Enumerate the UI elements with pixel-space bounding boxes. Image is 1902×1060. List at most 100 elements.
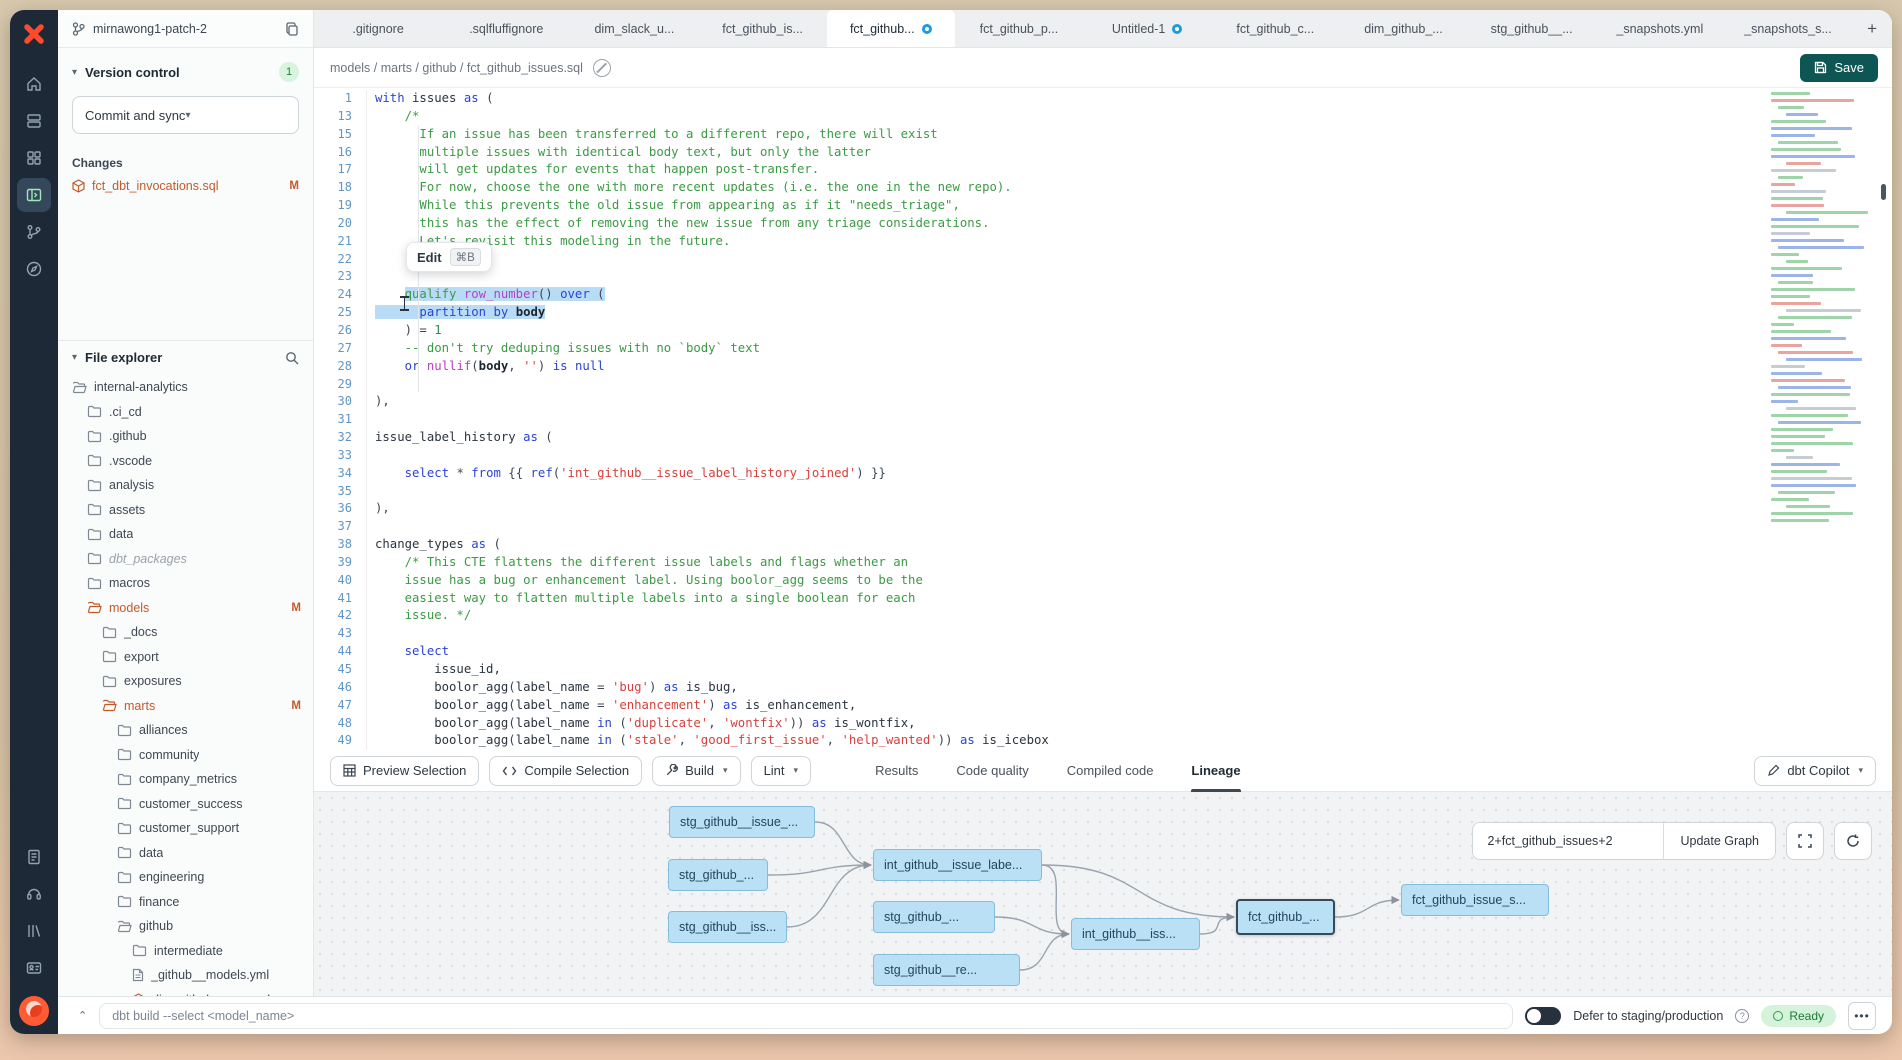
code-text[interactable]: partition by body [366, 304, 545, 322]
refresh-button[interactable] [1834, 822, 1872, 860]
home-icon[interactable] [17, 67, 51, 101]
editor-tab[interactable]: _snapshots_s... [1724, 10, 1852, 47]
editor-tab[interactable]: _snapshots.yml [1596, 10, 1724, 47]
code-text[interactable]: boolor_agg(label_name in ('stale', 'good… [366, 732, 1049, 750]
branch-name[interactable]: mirnawong1-patch-2 [93, 22, 277, 36]
file-tree-item[interactable]: community [58, 743, 313, 768]
chevron-down-icon[interactable]: ▾ [72, 67, 77, 78]
grid-icon[interactable] [17, 141, 51, 175]
file-tree-item[interactable]: finance [58, 890, 313, 915]
books-icon[interactable] [17, 914, 51, 948]
editor-scrollbar-thumb[interactable] [1881, 184, 1886, 200]
code-text[interactable]: ), [366, 500, 390, 518]
file-tree-item[interactable]: github [58, 914, 313, 939]
file-tree-item[interactable]: macros [58, 571, 313, 596]
code-text[interactable]: will get updates for events that happen … [366, 161, 819, 179]
code-text[interactable] [366, 376, 375, 394]
code-text[interactable]: issue. */ [366, 607, 471, 625]
file-tree-item[interactable]: .vscode [58, 449, 313, 474]
file-tree-item[interactable]: martsM [58, 694, 313, 719]
compile-selection-button[interactable]: Compile Selection [489, 756, 642, 786]
fullscreen-button[interactable] [1786, 822, 1824, 860]
chevron-up-icon[interactable]: ⌃ [78, 1009, 87, 1022]
code-text[interactable] [366, 483, 375, 501]
commit-and-sync-dropdown[interactable]: Commit and sync ▾ [72, 96, 299, 134]
editor-tab[interactable]: fct_github_c... [1211, 10, 1339, 47]
code-text[interactable] [366, 268, 375, 286]
tab-results[interactable]: Results [875, 750, 918, 792]
new-tab-button[interactable]: + [1852, 10, 1892, 47]
tab-compiled-code[interactable]: Compiled code [1067, 750, 1154, 792]
code-editor[interactable]: 1with issues as (13 /*15 If an issue has… [314, 88, 1892, 750]
code-text[interactable] [366, 411, 375, 429]
code-text[interactable]: change_types as ( [366, 536, 501, 554]
file-tree-item[interactable]: _github__models.yml [58, 963, 313, 988]
code-text[interactable]: select [366, 643, 449, 661]
code-text[interactable]: ), [366, 393, 390, 411]
lineage-node[interactable]: stg_github__re... [873, 954, 1020, 986]
editor-tab[interactable]: Untitled-1 [1083, 10, 1211, 47]
lineage-node[interactable]: fct_github_issue_s... [1401, 884, 1549, 916]
code-text[interactable]: If an issue has been transferred to a di… [366, 126, 938, 144]
file-tree-item[interactable]: engineering [58, 865, 313, 890]
slash-circle-icon[interactable] [593, 59, 611, 77]
file-tree-item[interactable]: dbt_packages [58, 547, 313, 572]
code-text[interactable]: ) = 1 [366, 322, 442, 340]
lint-button[interactable]: Lint ▾ [751, 756, 812, 786]
editor-tab[interactable]: .sqlfluffignore [442, 10, 570, 47]
code-text[interactable]: While this prevents the old issue from a… [366, 197, 960, 215]
code-text[interactable]: boolor_agg(label_name = 'bug') as is_bug… [366, 679, 738, 697]
file-tree-item[interactable]: export [58, 645, 313, 670]
editor-tab[interactable]: fct_github... [827, 10, 955, 47]
version-control-title[interactable]: Version control [85, 65, 271, 80]
search-icon[interactable] [285, 351, 299, 365]
file-tree-item[interactable]: dim_github_users.sql [58, 988, 313, 997]
idcard-icon[interactable] [17, 951, 51, 985]
code-text[interactable]: /* [366, 108, 419, 126]
file-tree-item[interactable]: modelsM [58, 596, 313, 621]
command-input[interactable] [99, 1003, 1513, 1029]
file-tree-item[interactable]: analysis [58, 473, 313, 498]
file-tree-item[interactable]: assets [58, 498, 313, 523]
code-text[interactable]: issue has a bug or enhancement label. Us… [366, 572, 923, 590]
code-text[interactable]: select * from {{ ref('int_github__issue_… [366, 465, 886, 483]
stack-icon[interactable] [17, 104, 51, 138]
editor-tab[interactable]: fct_github_p... [955, 10, 1083, 47]
code-text[interactable]: /* This CTE flattens the different issue… [366, 554, 908, 572]
code-text[interactable] [366, 447, 375, 465]
file-tree-item[interactable]: data [58, 841, 313, 866]
defer-toggle[interactable] [1525, 1007, 1561, 1025]
code-text[interactable]: with issues as ( [366, 90, 493, 108]
editor-tab[interactable]: dim_slack_u... [570, 10, 698, 47]
editor-tab[interactable]: .gitignore [314, 10, 442, 47]
code-text[interactable]: easiest way to flatten multiple labels i… [366, 590, 915, 608]
editor-tab[interactable]: stg_github__... [1468, 10, 1596, 47]
dbt-copilot-button[interactable]: dbt Copilot ▾ [1754, 756, 1876, 786]
code-text[interactable] [366, 251, 375, 269]
code-text[interactable]: For now, choose the one with more recent… [366, 179, 1012, 197]
code-text[interactable]: issue_label_history as ( [366, 429, 553, 447]
lineage-node[interactable]: stg_github__issue_... [669, 806, 815, 838]
file-tree-item[interactable]: customer_support [58, 816, 313, 841]
lineage-node[interactable]: stg_github_... [668, 859, 768, 891]
file-tree-item[interactable]: .github [58, 424, 313, 449]
editor-tab[interactable]: fct_github_is... [699, 10, 827, 47]
save-button[interactable]: Save [1800, 54, 1878, 82]
file-tree-item[interactable]: exposures [58, 669, 313, 694]
lineage-node[interactable]: int_github__issue_labe... [873, 849, 1042, 881]
code-text[interactable]: boolor_agg(label_name = 'enhancement') a… [366, 697, 856, 715]
edit-tooltip[interactable]: Edit ⌘B [406, 242, 492, 272]
lineage-node[interactable]: stg_github_... [873, 901, 995, 933]
file-tree-item[interactable]: _docs [58, 620, 313, 645]
journal-icon[interactable] [17, 840, 51, 874]
lineage-node[interactable]: int_github__iss... [1071, 918, 1200, 950]
tab-code-quality[interactable]: Code quality [956, 750, 1028, 792]
editor-tab[interactable]: dim_github_... [1339, 10, 1467, 47]
changed-file-item[interactable]: fct_dbt_invocations.sql M [72, 179, 299, 193]
develop-icon[interactable] [17, 178, 51, 212]
code-text[interactable]: this has the effect of removing the new … [366, 215, 989, 233]
compass-icon[interactable] [17, 252, 51, 286]
code-text[interactable]: issue_id, [366, 661, 501, 679]
file-tree-item[interactable]: company_metrics [58, 767, 313, 792]
build-button[interactable]: Build ▾ [652, 756, 740, 786]
